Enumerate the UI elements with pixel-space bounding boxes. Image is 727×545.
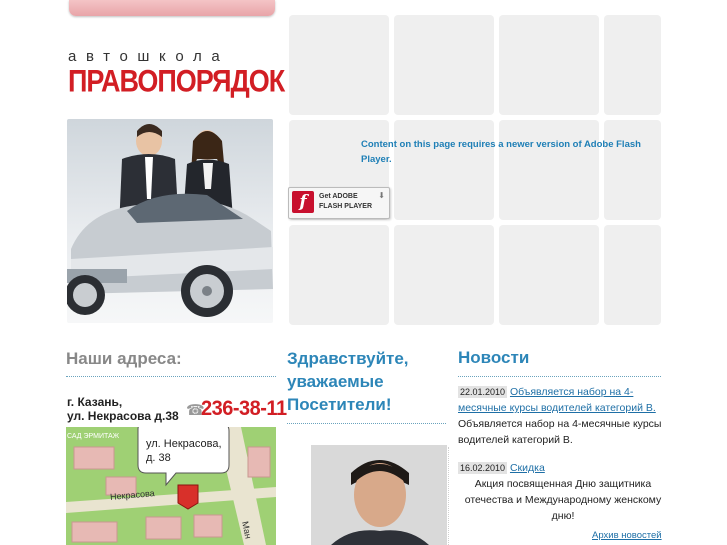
flash-tile — [604, 225, 661, 325]
flash-tile — [394, 120, 494, 220]
news-archive-link[interactable]: Архив новостей — [592, 530, 662, 541]
flash-tile — [604, 120, 661, 220]
flash-tile — [289, 15, 389, 115]
map-bubble-line1: ул. Некрасова, — [146, 438, 222, 450]
map-bubble-line2: д. 38 — [146, 452, 171, 464]
news-date: 16.02.2010 — [458, 462, 508, 474]
news-item: 22.01.2010 Объявляется набор на 4-месячн… — [458, 384, 668, 448]
news-text: Объявляется набор на 4-месячные курсы во… — [458, 418, 662, 446]
address-text: г. Казань, ул. Некрасова д.38 — [67, 395, 179, 423]
flash-badge-line2: FLASH PLAYER — [319, 203, 373, 210]
flash-required-message: Content on this page requires a newer ve… — [361, 139, 641, 165]
download-arrow-icon: ⬇ — [378, 191, 385, 200]
divider — [66, 376, 276, 377]
flash-tile — [604, 15, 661, 115]
addresses-heading: Наши адреса: — [66, 349, 182, 368]
portrait-drawing — [311, 445, 447, 545]
director-photo — [311, 445, 447, 545]
location-map[interactable]: САД ЭРМИТАЖ ул. Некрасова, д. 38 Некрасо… — [66, 427, 276, 545]
flash-tile — [499, 15, 599, 115]
news-text: Акция посвященная Дню защитника отечеств… — [464, 478, 662, 522]
flash-badge-line1: Get ADOBE — [319, 193, 358, 200]
divider — [287, 423, 446, 424]
get-flash-player-button[interactable]: f Get ADOBE FLASH PLAYER ⬇ — [288, 187, 390, 219]
top-menu-button[interactable] — [69, 0, 275, 16]
address-street: ул. Некрасова д.38 — [67, 409, 179, 423]
flash-tile — [499, 225, 599, 325]
welcome-line3: Посетители! — [287, 395, 392, 414]
news-item: 16.02.2010 Скидка Акция посвященная Дню … — [458, 460, 668, 524]
flash-tile — [289, 225, 389, 325]
map-bubble: ул. Некрасова, д. 38 — [146, 437, 222, 465]
news-date: 22.01.2010 — [458, 386, 508, 398]
divider — [458, 376, 661, 377]
address-city: г. Казань, — [67, 395, 123, 409]
car-illustration — [67, 124, 273, 317]
map-label-park: САД ЭРМИТАЖ — [67, 433, 120, 440]
flash-tile — [394, 15, 494, 115]
welcome-line1: Здравствуйте, — [287, 349, 409, 368]
news-heading: Новости — [458, 348, 530, 367]
welcome-heading: Здравствуйте, уважаемые Посетители! — [287, 347, 409, 416]
flash-tile — [394, 225, 494, 325]
news-title-link[interactable]: Скидка — [510, 462, 545, 474]
hero-photo — [67, 119, 273, 323]
flash-tile — [499, 120, 599, 220]
brand-subtitle: автошкола — [68, 48, 230, 65]
flash-icon: f — [292, 191, 314, 213]
column-separator — [448, 447, 449, 545]
welcome-line2: уважаемые — [287, 372, 384, 391]
brand-logo[interactable]: ПРАВОПОРЯДОК — [68, 64, 285, 100]
phone-number: 236-38-11 — [201, 397, 287, 421]
